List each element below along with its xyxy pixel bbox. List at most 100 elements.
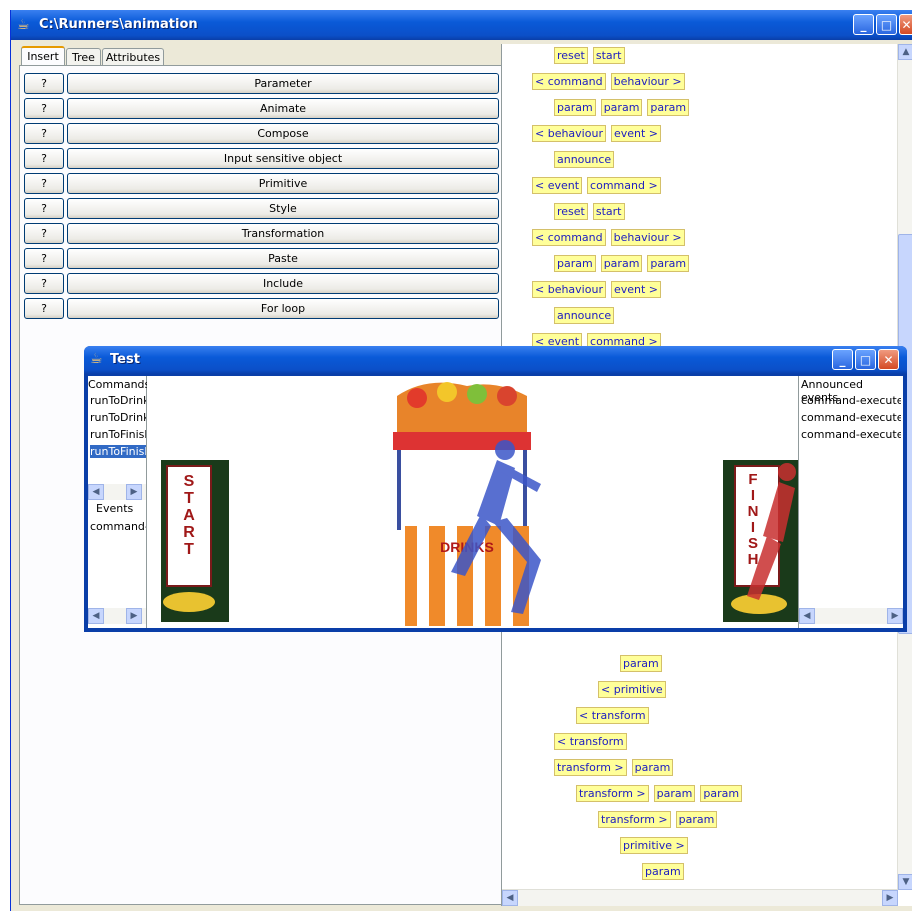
tree-node-tag[interactable]: param [600, 255, 643, 272]
help-button[interactable]: ? [24, 198, 64, 219]
help-button[interactable]: ? [24, 248, 64, 269]
scroll-right-icon[interactable]: ▶ [882, 890, 898, 906]
tree-node-tag[interactable]: param [554, 255, 596, 272]
animation-canvas[interactable]: S T A R T F I N I S H [147, 376, 799, 628]
help-button[interactable]: ? [24, 173, 64, 194]
close-button[interactable]: ✕ [899, 14, 912, 35]
main-titlebar[interactable]: ☕ C:\Runners\animation _ □ ✕ [11, 10, 912, 40]
tree-node-tag[interactable]: transform > [576, 785, 649, 802]
tree-node-tag[interactable]: < behaviour [532, 281, 606, 298]
tree-node-tag[interactable]: < command [532, 73, 606, 90]
scroll-left-icon[interactable]: ◀ [799, 608, 815, 624]
tree-node-tag[interactable]: param [620, 655, 662, 672]
tree-node-tag[interactable]: < command [532, 229, 606, 246]
maximize-button[interactable]: □ [876, 14, 897, 35]
tree-node-tag[interactable]: event > [610, 125, 662, 142]
insert-compose-button[interactable]: Compose [67, 123, 499, 144]
minimize-button[interactable]: _ [853, 14, 874, 35]
tree-node-tag[interactable]: < transform [554, 733, 627, 750]
tree-node-tag[interactable]: param [554, 99, 596, 116]
command-item[interactable]: runToDrink [90, 411, 146, 424]
tree-node-tag[interactable]: param [675, 811, 718, 828]
fruit [407, 388, 427, 408]
test-titlebar[interactable]: ☕ Test _ □ ✕ [84, 346, 907, 374]
scroll-up-icon[interactable]: ▲ [898, 44, 912, 60]
tab-tree[interactable]: Tree [66, 48, 101, 66]
tab-attributes[interactable]: Attributes [102, 48, 164, 66]
insert-for-loop-button[interactable]: For loop [67, 298, 499, 319]
commands-hscroll[interactable]: ◀ ▶ [88, 484, 146, 500]
tree-node-tag[interactable]: param [631, 759, 674, 776]
scroll-left-icon[interactable]: ◀ [502, 890, 518, 906]
events-hscroll[interactable]: ◀ ▶ [88, 608, 146, 624]
insert-primitive-button[interactable]: Primitive [67, 173, 499, 194]
announced-event-item[interactable]: command-executed [801, 428, 901, 441]
command-item[interactable]: runToFinish [90, 445, 146, 458]
counter-stripe [417, 526, 429, 626]
tree-node-tag[interactable]: param [700, 785, 743, 802]
tree-node-tag[interactable]: behaviour > [610, 73, 685, 90]
tree-node-tag[interactable]: announce [554, 151, 615, 168]
tab-insert[interactable]: Insert [21, 46, 65, 67]
command-item[interactable]: runToDrink [90, 394, 146, 407]
tree-node-tag[interactable]: reset [554, 203, 588, 220]
tree-node-tag[interactable]: event > [610, 281, 662, 298]
close-button[interactable]: ✕ [878, 349, 899, 370]
scroll-left-icon[interactable]: ◀ [88, 608, 104, 624]
scroll-right-icon[interactable]: ▶ [887, 608, 903, 624]
tree-node-tag[interactable]: < event [532, 177, 583, 194]
help-button[interactable]: ? [24, 98, 64, 119]
scroll-down-icon[interactable]: ▼ [898, 874, 912, 890]
announced-event-item[interactable]: command-executed [801, 394, 901, 407]
tree-node-tag[interactable]: primitive > [620, 837, 688, 854]
tree-node-tag[interactable]: announce [554, 307, 615, 324]
help-button[interactable]: ? [24, 273, 64, 294]
help-button[interactable]: ? [24, 148, 64, 169]
tree-line: < transform [576, 707, 654, 724]
insert-parameter-button[interactable]: Parameter [67, 73, 499, 94]
start-sign-letter: T [184, 541, 194, 558]
minimize-button[interactable]: _ [832, 349, 853, 370]
command-item[interactable]: runToFinish [90, 428, 146, 441]
tree-node-tag[interactable]: < transform [576, 707, 649, 724]
horizontal-scrollbar[interactable]: ◀ ▶ [502, 889, 898, 906]
scroll-left-icon[interactable]: ◀ [88, 484, 104, 500]
tree-node-tag[interactable]: param [653, 785, 696, 802]
event-item[interactable]: command- [90, 520, 146, 533]
events-header: Events [96, 502, 134, 515]
tree-node-tag[interactable]: start [592, 203, 625, 220]
finish-sign-letter: F [748, 471, 757, 488]
test-title: Test [110, 352, 140, 367]
tree-node-tag[interactable]: behaviour > [610, 229, 685, 246]
scroll-right-icon[interactable]: ▶ [126, 608, 142, 624]
tree-node-tag[interactable]: < behaviour [532, 125, 606, 142]
announced-hscroll[interactable]: ◀ ▶ [799, 608, 903, 624]
tree-node-tag[interactable]: < primitive [598, 681, 666, 698]
runner-head [778, 463, 796, 481]
help-button[interactable]: ? [24, 73, 64, 94]
scroll-right-icon[interactable]: ▶ [126, 484, 142, 500]
insert-include-button[interactable]: Include [67, 273, 499, 294]
help-button[interactable]: ? [24, 298, 64, 319]
insert-transformation-button[interactable]: Transformation [67, 223, 499, 244]
stand-pole [523, 450, 527, 530]
announced-event-item[interactable]: command-executed [801, 411, 901, 424]
insert-input-sensitive-object-button[interactable]: Input sensitive object [67, 148, 499, 169]
tree-node-tag[interactable]: transform > [598, 811, 671, 828]
tree-node-tag[interactable]: command > [587, 177, 661, 194]
insert-animate-button[interactable]: Animate [67, 98, 499, 119]
tree-node-tag[interactable]: param [642, 863, 684, 880]
tree-line: announce [554, 307, 619, 324]
tree-line: transform > param [554, 759, 678, 776]
tree-node-tag[interactable]: param [600, 99, 643, 116]
help-button[interactable]: ? [24, 123, 64, 144]
insert-style-button[interactable]: Style [67, 198, 499, 219]
help-button[interactable]: ? [24, 223, 64, 244]
tree-node-tag[interactable]: transform > [554, 759, 627, 776]
tree-node-tag[interactable]: param [647, 255, 690, 272]
tree-node-tag[interactable]: reset [554, 47, 588, 64]
tree-node-tag[interactable]: start [592, 47, 625, 64]
maximize-button[interactable]: □ [855, 349, 876, 370]
insert-paste-button[interactable]: Paste [67, 248, 499, 269]
tree-node-tag[interactable]: param [647, 99, 690, 116]
